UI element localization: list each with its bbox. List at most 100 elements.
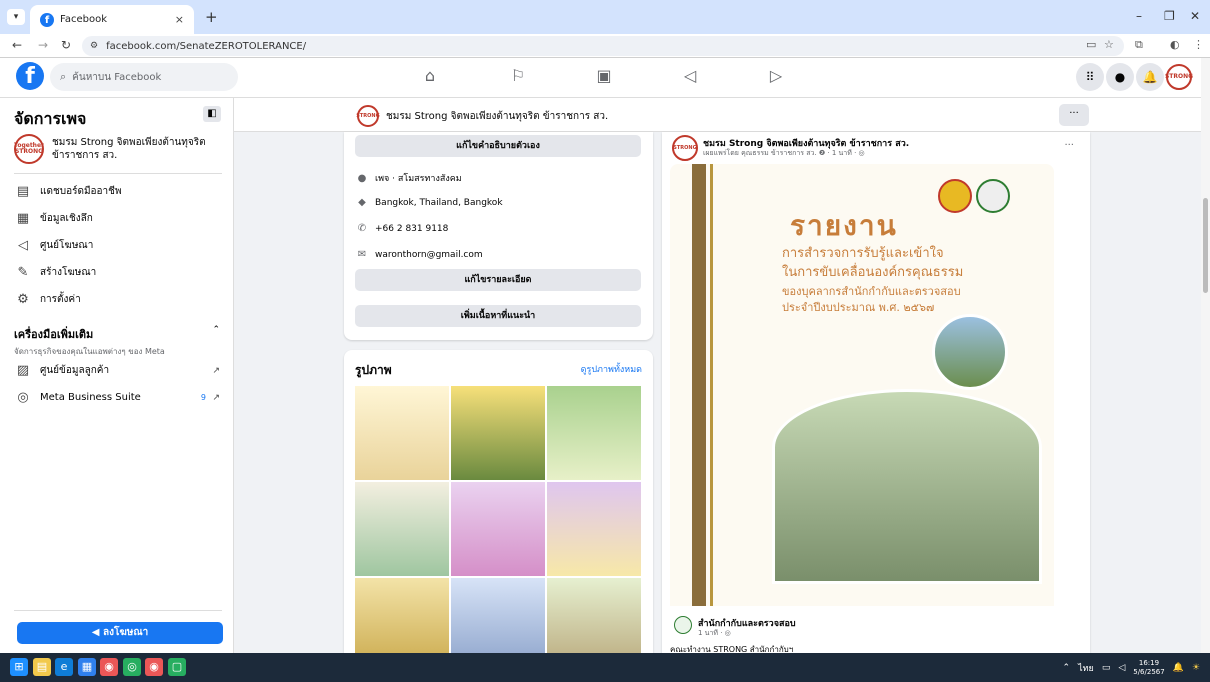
post-author-avatar[interactable]: STRONG [672, 135, 698, 161]
sidebar-item-label: การตั้งค่า [40, 294, 81, 305]
chevron-up-icon[interactable]: ⌃ [212, 325, 220, 335]
sidebar-item-dashboard[interactable]: ▤ แดชบอร์ดมืออาชีพ [14, 184, 224, 199]
post-meta: เผยแพร่โดย คุณธรรม ข้าราชการ สว. ❷ · 1 น… [703, 149, 865, 157]
menu-grid-icon[interactable]: ⠿ [1076, 63, 1104, 91]
messenger-icon[interactable]: ● [1106, 63, 1134, 91]
sidebar-item-customer-center[interactable]: ▨ ศูนย์ข้อมูลลูกค้า ↗ [14, 363, 224, 378]
manage-page-sidebar: จัดการเพจ ◧ Together STRONG ชมรม Strong จ… [0, 98, 234, 653]
chrome-icon[interactable]: ◉ [100, 658, 118, 676]
reload-icon[interactable]: ↻ [61, 38, 71, 52]
more-tools-title: เครื่องมือเพิ่มเติม [14, 328, 94, 341]
sidebar-item-insights[interactable]: ▦ ข้อมูลเชิงลึก [14, 211, 224, 226]
clock[interactable]: 16:19 5/6/2567 [1133, 659, 1164, 677]
bookmark-star-icon[interactable]: ☆ [1104, 38, 1114, 51]
sidebar-item-create-ad[interactable]: ✎ สร้างโฆษณา [14, 265, 224, 280]
address-bar-row: ← → ↻ ⚙ facebook.com/SenateZEROTOLERANCE… [0, 34, 1210, 58]
intro-card: แก้ไขคำอธิบายตัวเอง ● เพจ · สโมสรทางสังค… [344, 132, 653, 340]
category-text: เพจ · สโมสรทางสังคม [375, 174, 462, 184]
photo-thumbnail[interactable] [547, 578, 641, 653]
photo-thumbnail[interactable] [355, 386, 449, 480]
file-explorer-icon[interactable]: ▤ [33, 658, 51, 676]
strong-logo-icon [976, 179, 1010, 213]
scrollbar-thumb[interactable] [1203, 198, 1208, 293]
sidebar-item-ad-center[interactable]: ◁ ศูนย์โฆษณา [14, 238, 224, 253]
megaphone-icon: ◁ [18, 238, 28, 253]
volume-icon[interactable]: ◁ [1118, 663, 1125, 673]
weather-icon[interactable]: ☀ [1192, 663, 1200, 673]
shared-post-text: คณะทำงาน STRONG สำนักกำกับฯ [670, 645, 794, 653]
new-tab-button[interactable]: + [205, 8, 218, 26]
advertise-button[interactable]: ◀ ลงโฆษณา [17, 622, 223, 644]
chevron-up-icon[interactable]: ⌃ [1063, 663, 1071, 673]
pencil-icon: ✎ [17, 265, 29, 280]
profile-icon[interactable]: ◐ [1170, 38, 1180, 51]
edit-details-button[interactable]: แก้ไขรายละเอียด [355, 269, 641, 291]
page-logo-icon: STRONG [356, 105, 380, 127]
start-windows-icon[interactable]: ⊞ [10, 658, 28, 676]
back-icon[interactable]: ← [12, 38, 22, 52]
photo-thumbnail[interactable] [547, 482, 641, 576]
insights-nav-icon[interactable]: ▣ [594, 66, 614, 85]
extensions-icon[interactable]: ⧉ [1135, 38, 1143, 52]
photo-thumbnail[interactable] [451, 386, 545, 480]
browser-tab-facebook[interactable]: f Facebook × [30, 5, 194, 34]
notification-bell-icon[interactable]: 🔔 [1173, 663, 1184, 673]
page-scrollbar[interactable] [1201, 58, 1210, 653]
line-icon[interactable]: ▢ [168, 658, 186, 676]
chrome-icon[interactable]: ◉ [145, 658, 163, 676]
sidebar-collapse-icon[interactable]: ◧ [203, 106, 221, 122]
sidebar-divider [14, 173, 222, 174]
info-icon: ● [357, 172, 367, 184]
facebook-logo-icon[interactable]: f [16, 62, 44, 90]
account-avatar[interactable]: STRONG [1165, 64, 1193, 90]
video-icon[interactable]: ▷ [766, 66, 786, 85]
edit-bio-button[interactable]: แก้ไขคำอธิบายตัวเอง [355, 135, 641, 157]
add-featured-button[interactable]: เพิ่มเนื้อหาที่แนะนำ [355, 305, 641, 327]
search-icon: ⌕ [60, 70, 67, 83]
phone-icon: ✆ [357, 223, 367, 234]
photo-thumbnail[interactable] [355, 482, 449, 576]
facebook-search-input[interactable]: ⌕ ค้นหาบน Facebook [50, 63, 238, 91]
megaphone-nav-icon[interactable]: ◁ [680, 66, 700, 85]
photo-thumbnail[interactable] [547, 386, 641, 480]
external-link-icon: ↗ [212, 365, 220, 376]
language-indicator[interactable]: ไทย [1078, 661, 1094, 675]
flag-icon[interactable]: ⚐ [508, 66, 528, 85]
sidebar-item-meta-business-suite[interactable]: ◎ Meta Business Suite 9 ↗ [14, 390, 224, 405]
page-logo-icon: Together STRONG [14, 134, 44, 164]
notifications-bell-icon[interactable]: 🔔 [1136, 63, 1164, 91]
home-icon[interactable]: ⌂ [420, 66, 440, 85]
browser-menu-icon[interactable]: ⋮ [1193, 38, 1204, 51]
close-window-button[interactable]: ✕ [1190, 9, 1200, 23]
photo-thumbnail[interactable] [355, 578, 449, 653]
photo-thumbnail[interactable] [451, 578, 545, 653]
senate-strong-logo-icon [938, 179, 972, 213]
see-all-photos-link[interactable]: ดูรูปภาพทั้งหมด [581, 362, 642, 376]
shared-page-avatar[interactable] [674, 616, 692, 634]
cast-icon[interactable]: ▭ [1086, 38, 1096, 51]
page-header-name: ชมรม Strong จิตพอเพียงต้านทุจริต ข้าราชก… [386, 111, 609, 122]
edge-icon[interactable]: e [55, 658, 73, 676]
post-card: STRONG ชมรม Strong จิตพอเพียงต้านทุจริต … [662, 132, 1090, 653]
insights-icon: ▦ [16, 211, 30, 226]
tab-search-chevron-icon[interactable]: ▾ [7, 9, 25, 25]
sidebar-item-settings[interactable]: ⚙ การตั้งค่า [14, 292, 224, 307]
photo-thumbnail[interactable] [451, 482, 545, 576]
minimize-button[interactable]: – [1136, 9, 1142, 23]
post-more-options-icon[interactable]: ··· [1064, 140, 1074, 151]
post-image[interactable]: รายงาน การสำรวจการรับรู้และเข้าใจ ในการข… [670, 164, 1054, 606]
report-subtitle-line: ในการขับเคลื่อนองค์กรคุณธรรม [782, 265, 964, 280]
more-tools-section[interactable]: เครื่องมือเพิ่มเติม จัดการธุรกิจของคุณใน… [14, 325, 224, 358]
site-info-icon[interactable]: ⚙ [90, 41, 98, 51]
more-options-button[interactable]: ··· [1059, 104, 1089, 126]
app-icon[interactable]: ◎ [123, 658, 141, 676]
restore-button[interactable]: ❐ [1164, 9, 1175, 23]
tab-close-icon[interactable]: × [175, 13, 184, 26]
clock-time: 16:19 [1138, 659, 1160, 667]
network-icon[interactable]: ▭ [1102, 663, 1111, 673]
sidebar-page-profile[interactable]: Together STRONG ชมรม Strong จิตพอเพียงต้า… [14, 134, 224, 164]
forward-icon[interactable]: → [38, 38, 48, 52]
url-field[interactable]: ⚙ facebook.com/SenateZEROTOLERANCE/ [82, 36, 1124, 56]
store-icon[interactable]: ▦ [78, 658, 96, 676]
contacts-icon: ▨ [16, 363, 30, 378]
